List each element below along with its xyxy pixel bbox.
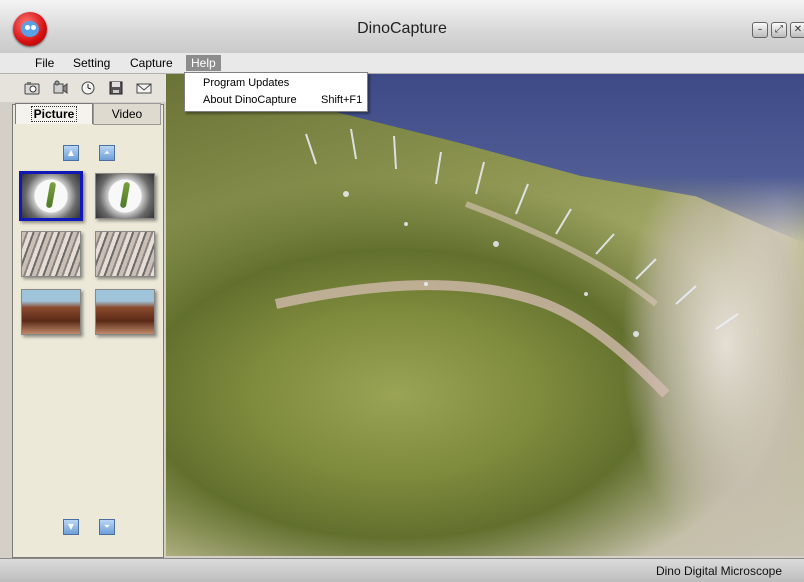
tab-picture[interactable]: Picture (15, 103, 93, 124)
thumbnail-panel: Picture Video ▲ ⏶ ▼ ⏷ (12, 103, 164, 558)
save-icon[interactable] (108, 80, 124, 96)
menu-capture[interactable]: Capture (125, 55, 178, 71)
menu-item-about[interactable]: About DinoCapture Shift+F1 (203, 92, 363, 108)
title-bar: DinoCapture – ⤢ ✕ (0, 0, 804, 57)
camera-icon[interactable] (24, 80, 40, 96)
menu-item-shortcut: Shift+F1 (321, 94, 363, 106)
menu-item-label: Program Updates (203, 77, 290, 89)
minimize-button[interactable]: – (752, 22, 768, 38)
scroll-bottom-icon[interactable]: ⏷ (99, 519, 115, 535)
status-bar: Dino Digital Microscope (0, 558, 804, 582)
scroll-down-icon[interactable]: ▼ (63, 519, 79, 535)
thumbnail-plate-sprout-2[interactable] (95, 173, 155, 219)
microscope-live-view[interactable] (166, 74, 804, 556)
toolbar (0, 74, 166, 102)
thumbnail-rust-1[interactable] (21, 289, 81, 335)
maximize-button[interactable]: ⤢ (771, 22, 787, 38)
menu-help[interactable]: Help (186, 55, 221, 71)
video-camera-icon[interactable] (52, 80, 68, 96)
thumbnail-straw-1[interactable] (21, 231, 81, 277)
menu-setting[interactable]: Setting (68, 55, 115, 71)
close-button[interactable]: ✕ (790, 22, 804, 38)
menu-item-program-updates[interactable]: Program Updates (203, 75, 289, 91)
thumbnail-straw-2[interactable] (95, 231, 155, 277)
tab-label: Picture (30, 106, 78, 122)
scroll-up-icon[interactable]: ▲ (63, 145, 79, 161)
window-title: DinoCapture (357, 20, 447, 37)
thumbnail-plate-sprout-1[interactable] (19, 171, 83, 221)
thumbnail-rust-2[interactable] (95, 289, 155, 335)
timer-icon[interactable] (80, 80, 96, 96)
status-text: Dino Digital Microscope (655, 564, 782, 578)
scroll-top-icon[interactable]: ⏶ (99, 145, 115, 161)
plant-hairs-overlay (274, 128, 739, 398)
menu-file[interactable]: File (30, 55, 59, 71)
menu-bar: File Setting Capture Help (0, 53, 804, 74)
help-dropdown-menu: Program Updates About DinoCapture Shift+… (184, 72, 368, 112)
menu-item-label: About DinoCapture (203, 94, 297, 106)
email-icon[interactable] (136, 80, 152, 96)
tab-video[interactable]: Video (93, 103, 161, 125)
